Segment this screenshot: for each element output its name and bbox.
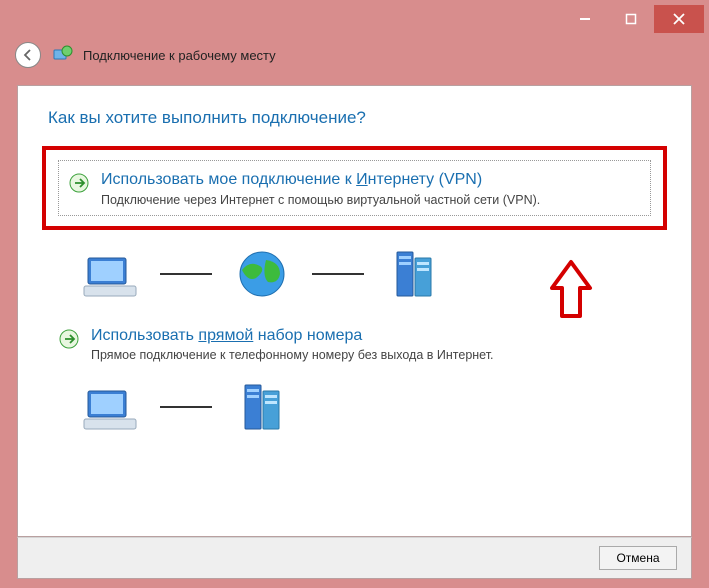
question-heading: Как вы хотите выполнить подключение? xyxy=(48,108,661,128)
option-dialup-desc: Прямое подключение к телефонному номеру … xyxy=(91,348,650,362)
server-icon xyxy=(230,381,294,433)
diagram-connector xyxy=(160,406,212,408)
globe-icon xyxy=(230,248,294,300)
option-dialup-title: Использовать прямой набор номера xyxy=(91,325,650,347)
network-wizard-icon xyxy=(51,44,73,66)
footer: Отмена xyxy=(17,537,692,579)
go-arrow-icon xyxy=(69,173,89,193)
option-dialup-title-post: набор номера xyxy=(253,327,362,344)
wizard-title: Подключение к рабочему месту xyxy=(83,48,276,63)
option-dialup-title-pre: Использовать xyxy=(91,327,198,344)
option-vpn-title-pre: Использовать мое подключение к xyxy=(101,171,356,188)
computer-icon xyxy=(78,381,142,433)
close-button[interactable] xyxy=(654,5,704,33)
header: Подключение к рабочему месту xyxy=(5,33,704,77)
back-arrow-icon xyxy=(21,48,35,62)
option-dialup[interactable]: Использовать прямой набор номера Прямое … xyxy=(48,316,661,372)
option-vpn-desc: Подключение через Интернет с помощью вир… xyxy=(101,193,640,207)
diagram-connector xyxy=(160,273,212,275)
close-icon xyxy=(673,13,685,25)
computer-icon xyxy=(78,248,142,300)
content-pane: Как вы хотите выполнить подключение? Исп… xyxy=(17,85,692,537)
minimize-button[interactable] xyxy=(562,5,608,33)
go-arrow-icon xyxy=(59,329,79,349)
dialup-diagram xyxy=(48,371,661,439)
option-vpn-title: Использовать мое подключение к Интернету… xyxy=(101,169,640,191)
diagram-connector xyxy=(312,273,364,275)
option-vpn-title-post: нтернету (VPN) xyxy=(368,171,483,188)
maximize-icon xyxy=(625,13,637,25)
maximize-button[interactable] xyxy=(608,5,654,33)
titlebar xyxy=(5,5,704,33)
option-vpn[interactable]: Использовать мое подключение к Интернету… xyxy=(58,160,651,216)
option-vpn-title-ul: И xyxy=(356,171,368,188)
cancel-button[interactable]: Отмена xyxy=(599,546,677,570)
server-icon xyxy=(382,248,446,300)
option-dialup-text: Использовать прямой набор номера Прямое … xyxy=(91,325,650,363)
back-button[interactable] xyxy=(15,42,41,68)
option-vpn-highlight: Использовать мое подключение к Интернету… xyxy=(42,146,667,230)
minimize-icon xyxy=(579,13,591,25)
option-dialup-title-ul: прямой xyxy=(198,327,253,344)
wizard-window: Подключение к рабочему месту Как вы хоти… xyxy=(5,5,704,583)
option-vpn-text: Использовать мое подключение к Интернету… xyxy=(101,169,640,207)
